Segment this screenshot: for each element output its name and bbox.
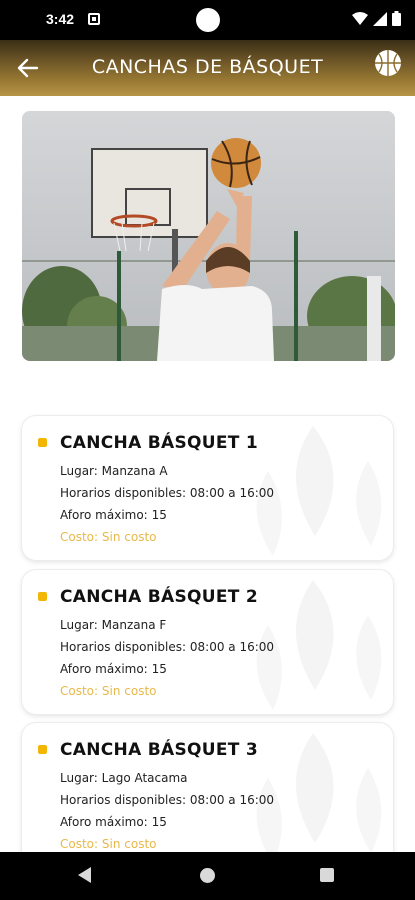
app-bar: CANCHAS DE BÁSQUET [0, 40, 415, 96]
status-time: 3:42 [46, 11, 75, 27]
wifi-icon [352, 11, 368, 25]
battery-icon [392, 11, 401, 26]
court-location: Lugar: Lago Atacama [60, 771, 188, 785]
bullet-icon [38, 438, 47, 447]
court-cost: Costo: Sin costo [60, 837, 157, 851]
camera-cutout [196, 8, 220, 32]
page-title: CANCHAS DE BÁSQUET [91, 56, 324, 78]
notification-icon [88, 13, 100, 25]
court-capacity: Aforo máximo: 15 [60, 815, 167, 829]
court-card-2[interactable]: CANCHA BÁSQUET 2 Lugar: Manzana F Horari… [22, 570, 393, 714]
court-card-1[interactable]: CANCHA BÁSQUET 1 Lugar: Manzana A Horari… [22, 416, 393, 560]
court-hours: Horarios disponibles: 08:00 a 16:00 [60, 793, 275, 807]
court-capacity: Aforo máximo: 15 [60, 662, 167, 676]
hero-image [22, 111, 395, 361]
court-card-3[interactable]: CANCHA BÁSQUET 3 Lugar: Lago Atacama Hor… [22, 723, 393, 867]
court-location: Lugar: Manzana A [60, 464, 168, 478]
court-hours: Horarios disponibles: 08:00 a 16:00 [60, 486, 275, 500]
court-capacity: Aforo máximo: 15 [60, 508, 167, 522]
status-bar: 3:42 [0, 0, 415, 40]
bullet-icon [38, 592, 47, 601]
signal-icon [373, 11, 387, 26]
court-cost: Costo: Sin costo [60, 684, 157, 698]
basketball-player-illustration [22, 111, 395, 361]
court-name: CANCHA BÁSQUET 1 [60, 433, 259, 453]
nav-back-icon[interactable] [78, 867, 91, 883]
basketball-icon[interactable] [373, 48, 403, 78]
navigation-bar [0, 852, 415, 900]
court-location: Lugar: Manzana F [60, 618, 167, 632]
court-cost: Costo: Sin costo [60, 530, 157, 544]
court-hours: Horarios disponibles: 08:00 a 16:00 [60, 640, 275, 654]
bullet-icon [38, 745, 47, 754]
court-name: CANCHA BÁSQUET 3 [60, 740, 259, 760]
status-icons [352, 11, 401, 26]
nav-home-icon[interactable] [200, 868, 215, 883]
nav-recents-icon[interactable] [320, 868, 334, 882]
court-name: CANCHA BÁSQUET 2 [60, 587, 259, 607]
